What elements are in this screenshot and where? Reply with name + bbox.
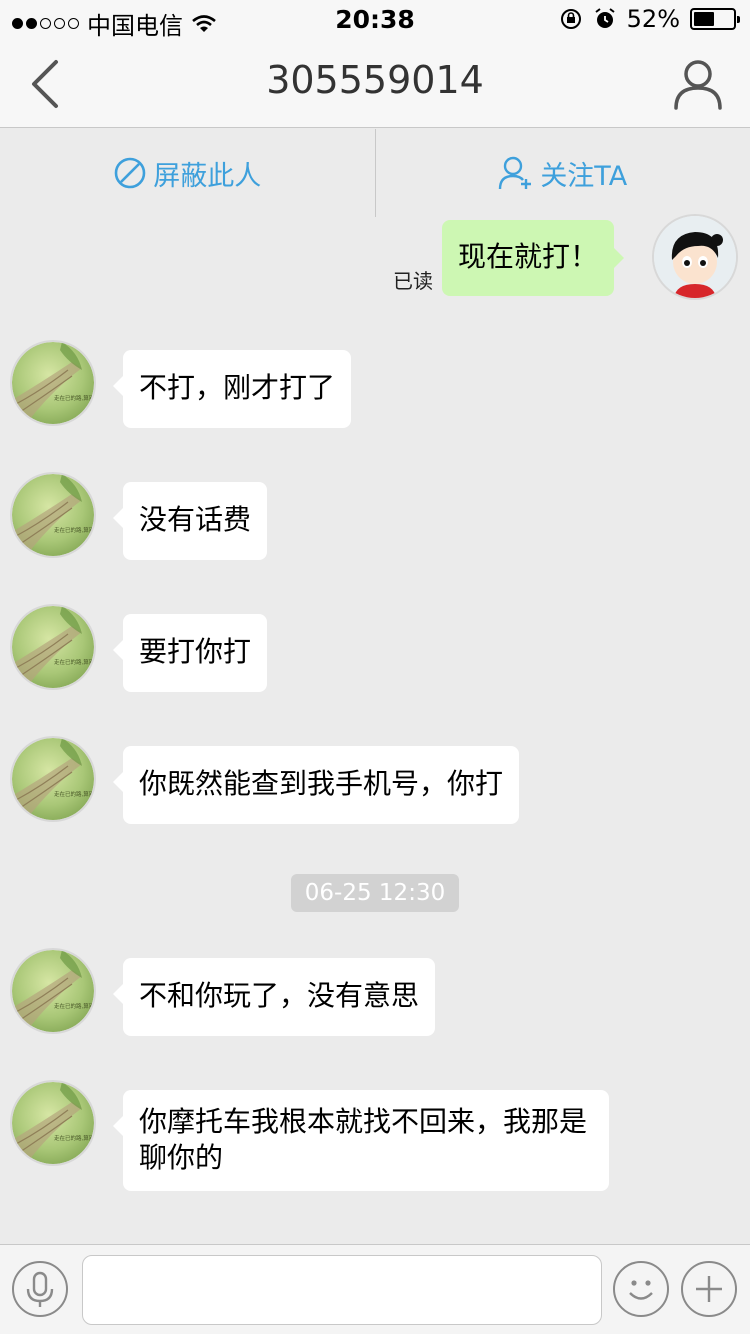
incoming-message-bubble[interactable]: 你既然能查到我手机号，你打: [112, 746, 520, 824]
follow-user-button[interactable]: 关注TA: [376, 129, 750, 217]
follow-user-label: 关注TA: [540, 160, 628, 192]
avatar-caption: 走在已的路,算别: [54, 1134, 94, 1142]
status-right: 52%: [559, 5, 740, 33]
microphone-icon: [26, 1271, 54, 1307]
avatar-caption: 走在已的路,算别: [54, 658, 94, 666]
avatar-caption: 走在已的路,算别: [54, 526, 94, 534]
voice-button[interactable]: [12, 1261, 68, 1317]
wifi-icon: [192, 14, 216, 32]
contact-avatar[interactable]: 走在已的路,算别: [10, 472, 96, 558]
contact-avatar[interactable]: 走在已的路,算别: [10, 736, 96, 822]
rotation-lock-icon: [560, 9, 581, 29]
message-input[interactable]: [82, 1255, 602, 1325]
incoming-message-bubble[interactable]: 要打你打: [112, 614, 268, 692]
incoming-message-bubble[interactable]: 不和你玩了，没有意思: [112, 958, 436, 1036]
add-person-icon: [499, 156, 532, 190]
profile-button[interactable]: [670, 56, 726, 112]
status-left: 中国电信: [12, 6, 217, 41]
landscape-avatar-icon: 走在已的路,算别: [12, 342, 94, 424]
smiley-icon: [629, 1280, 653, 1300]
contact-avatar[interactable]: 走在已的路,算别: [10, 340, 96, 426]
landscape-avatar-icon: 走在已的路,算别: [12, 738, 94, 820]
plus-icon: [696, 1276, 722, 1302]
landscape-avatar-icon: 走在已的路,算别: [12, 606, 94, 688]
landscape-avatar-icon: 走在已的路,算别: [12, 1082, 94, 1164]
my-avatar[interactable]: [652, 214, 738, 300]
back-button[interactable]: [22, 54, 72, 114]
outgoing-message-text: 现在就打！: [458, 240, 599, 273]
battery-fill: [694, 12, 714, 26]
incoming-message-text: 你既然能查到我手机号，你打: [139, 767, 504, 800]
incoming-message-text: 不和你玩了，没有意思: [139, 979, 420, 1012]
landscape-avatar-icon: 走在已的路,算别: [12, 950, 94, 1032]
person-icon: [674, 60, 722, 110]
chevron-left-icon: [32, 60, 58, 108]
nav-bar: 305559014: [0, 40, 750, 128]
block-user-button[interactable]: 屏蔽此人: [0, 129, 375, 217]
contact-avatar[interactable]: 走在已的路,算别: [10, 1080, 96, 1166]
message-timestamp: 06-25 12:30: [291, 874, 459, 912]
more-options-button[interactable]: [681, 1261, 737, 1317]
cartoon-avatar-icon: [654, 216, 736, 298]
contact-avatar[interactable]: 走在已的路,算别: [10, 948, 96, 1034]
battery-icon: [690, 8, 740, 30]
status-bar: 中国电信 20:38 52%: [0, 0, 750, 40]
avatar-caption: 走在已的路,算别: [54, 790, 94, 798]
block-user-label: 屏蔽此人: [153, 160, 262, 192]
block-icon: [114, 157, 146, 189]
incoming-message-text: 你摩托车我根本就找不回来，我那是聊你的: [139, 1105, 588, 1174]
alarm-icon: [595, 8, 615, 28]
read-status: 已读: [393, 269, 433, 293]
avatar-caption: 走在已的路,算别: [54, 394, 94, 402]
input-bar: [0, 1244, 750, 1334]
signal-strength-icon: [12, 18, 79, 29]
page-title: 305559014: [266, 58, 484, 102]
emoji-button[interactable]: [613, 1261, 669, 1317]
incoming-message-text: 要打你打: [139, 635, 252, 668]
incoming-message-text: 没有话费: [139, 503, 252, 536]
incoming-message-bubble[interactable]: 不打，刚才打了: [112, 350, 352, 428]
contact-avatar[interactable]: 走在已的路,算别: [10, 604, 96, 690]
incoming-message-text: 不打，刚才打了: [139, 371, 336, 404]
contact-action-bar: 屏蔽此人 关注TA: [0, 129, 750, 217]
landscape-avatar-icon: 走在已的路,算别: [12, 474, 94, 556]
incoming-message-bubble[interactable]: 你摩托车我根本就找不回来，我那是聊你的: [113, 1090, 609, 1191]
carrier-name: 中国电信: [87, 12, 183, 40]
battery-percent: 52%: [626, 5, 680, 33]
avatar-caption: 走在已的路,算别: [54, 1002, 94, 1010]
outgoing-message-bubble[interactable]: 现在就打！: [442, 220, 625, 296]
incoming-message-bubble[interactable]: 没有话费: [112, 482, 268, 560]
